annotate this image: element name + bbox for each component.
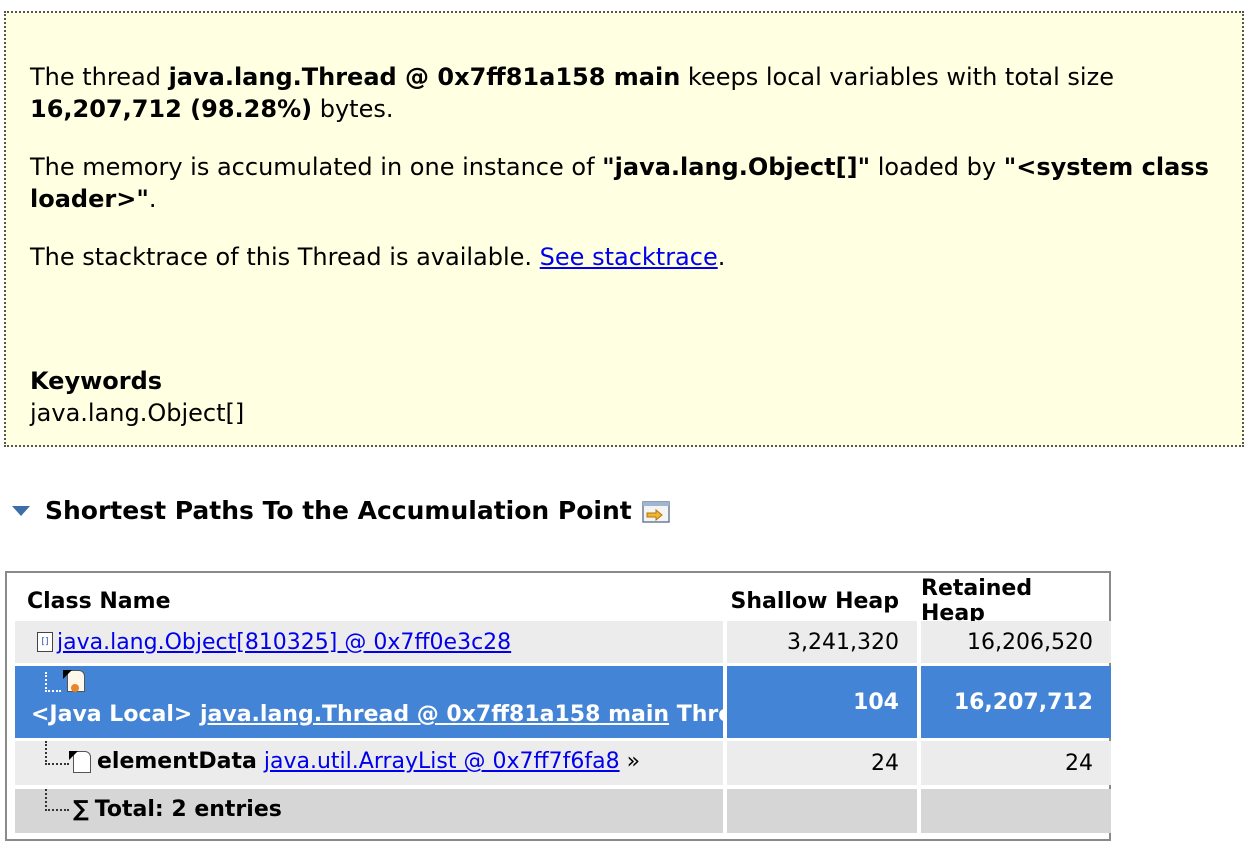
retained-heap-cell-empty [921,789,1111,833]
retained-heap-cell: 24 [921,741,1111,785]
text-segment: . [148,185,157,213]
thread-summary: The thread java.lang.Thread @ 0x7ff81a15… [30,61,1230,125]
sigma-icon: ∑ [73,797,89,822]
total-label-wrap: ∑ Total: 2 entries [73,797,282,822]
text-segment: bytes. [312,95,394,123]
section-title: Shortest Paths To the Accumulation Point [45,495,632,525]
tree-connector [45,741,69,765]
table-row[interactable]: elementData java.util.ArrayList @ 0x7ff7… [15,741,1111,785]
object-link[interactable]: java.lang.Object[810325] @ 0x7ff0e3c28 [57,630,511,655]
stacktrace-summary: The stacktrace of this Thread is availab… [30,241,1230,273]
gc-root-type: <Java Local> [31,702,200,727]
see-stacktrace-link[interactable]: See stacktrace [540,243,718,271]
paths-table: Class Name Shallow Heap Retained Heap []… [5,571,1111,841]
shallow-heap-cell: 104 [727,666,917,738]
row-label: <Java Local> java.lang.Thread @ 0x7ff81a… [31,702,764,727]
total-cell: ∑ Total: 2 entries [15,789,723,833]
shallow-heap-cell: 3,241,320 [727,621,917,663]
object-link[interactable]: java.util.ArrayList @ 0x7ff7f6fa8 [264,749,620,774]
total-size: 16,207,712 (98.28%) [30,95,313,123]
column-header-retained-heap[interactable]: Retained Heap [921,576,1111,626]
retained-heap-cell: 16,207,712 [921,666,1111,738]
class-name-cell: [] java.lang.Object[810325] @ 0x7ff0e3c2… [15,621,723,663]
class-name-cell: <Java Local> java.lang.Thread @ 0x7ff81a… [15,666,764,738]
description-panel: The thread java.lang.Thread @ 0x7ff81a15… [4,11,1244,447]
tree-connector [45,672,61,692]
text-segment: The stacktrace of this Thread is availab… [30,243,540,271]
total-label: Total: 2 entries [94,797,282,822]
object-link[interactable]: java.lang.Thread @ 0x7ff81a158 main [200,702,669,727]
column-header-class-name[interactable]: Class Name [15,581,723,621]
keywords-value: java.lang.Object[] [30,399,245,427]
table-header: Class Name Shallow Heap Retained Heap [15,576,1111,626]
table-row-total: ∑ Total: 2 entries [15,789,1111,833]
triangle-down-icon[interactable] [12,506,30,516]
thread-name: java.lang.Thread @ 0x7ff81a158 main [168,63,681,91]
thread-object-icon [63,670,85,698]
class-name: "java.lang.Object[]" [602,153,871,181]
retained-heap-cell: 16,206,520 [921,621,1111,663]
shallow-heap-cell: 24 [727,741,917,785]
array-object-icon: [] [37,632,53,652]
table-row-selected[interactable]: <Java Local> java.lang.Thread @ 0x7ff81a… [15,666,1111,738]
tree-connector [45,789,69,811]
field-reference-icon [69,751,91,779]
text-segment: keeps local variables with total size [680,63,1114,91]
expand-more-marker[interactable]: » [620,749,640,774]
keywords-title: Keywords [30,367,163,395]
shallow-heap-cell-empty [727,789,917,833]
section-header: Shortest Paths To the Accumulation Point [12,492,670,528]
column-header-shallow-heap[interactable]: Shallow Heap [727,581,917,621]
text-segment: The memory is accumulated in one instanc… [30,153,603,181]
export-icon[interactable] [641,501,670,523]
text-segment: . [717,243,726,271]
class-name-cell: elementData java.util.ArrayList @ 0x7ff7… [15,741,723,785]
text-segment: The thread [30,63,169,91]
text-segment: loaded by [870,153,1004,181]
accumulation-summary: The memory is accumulated in one instanc… [30,151,1230,215]
row-label: elementData java.util.ArrayList @ 0x7ff7… [97,749,640,774]
field-name: elementData [97,749,257,774]
table-row[interactable]: [] java.lang.Object[810325] @ 0x7ff0e3c2… [15,621,1111,663]
